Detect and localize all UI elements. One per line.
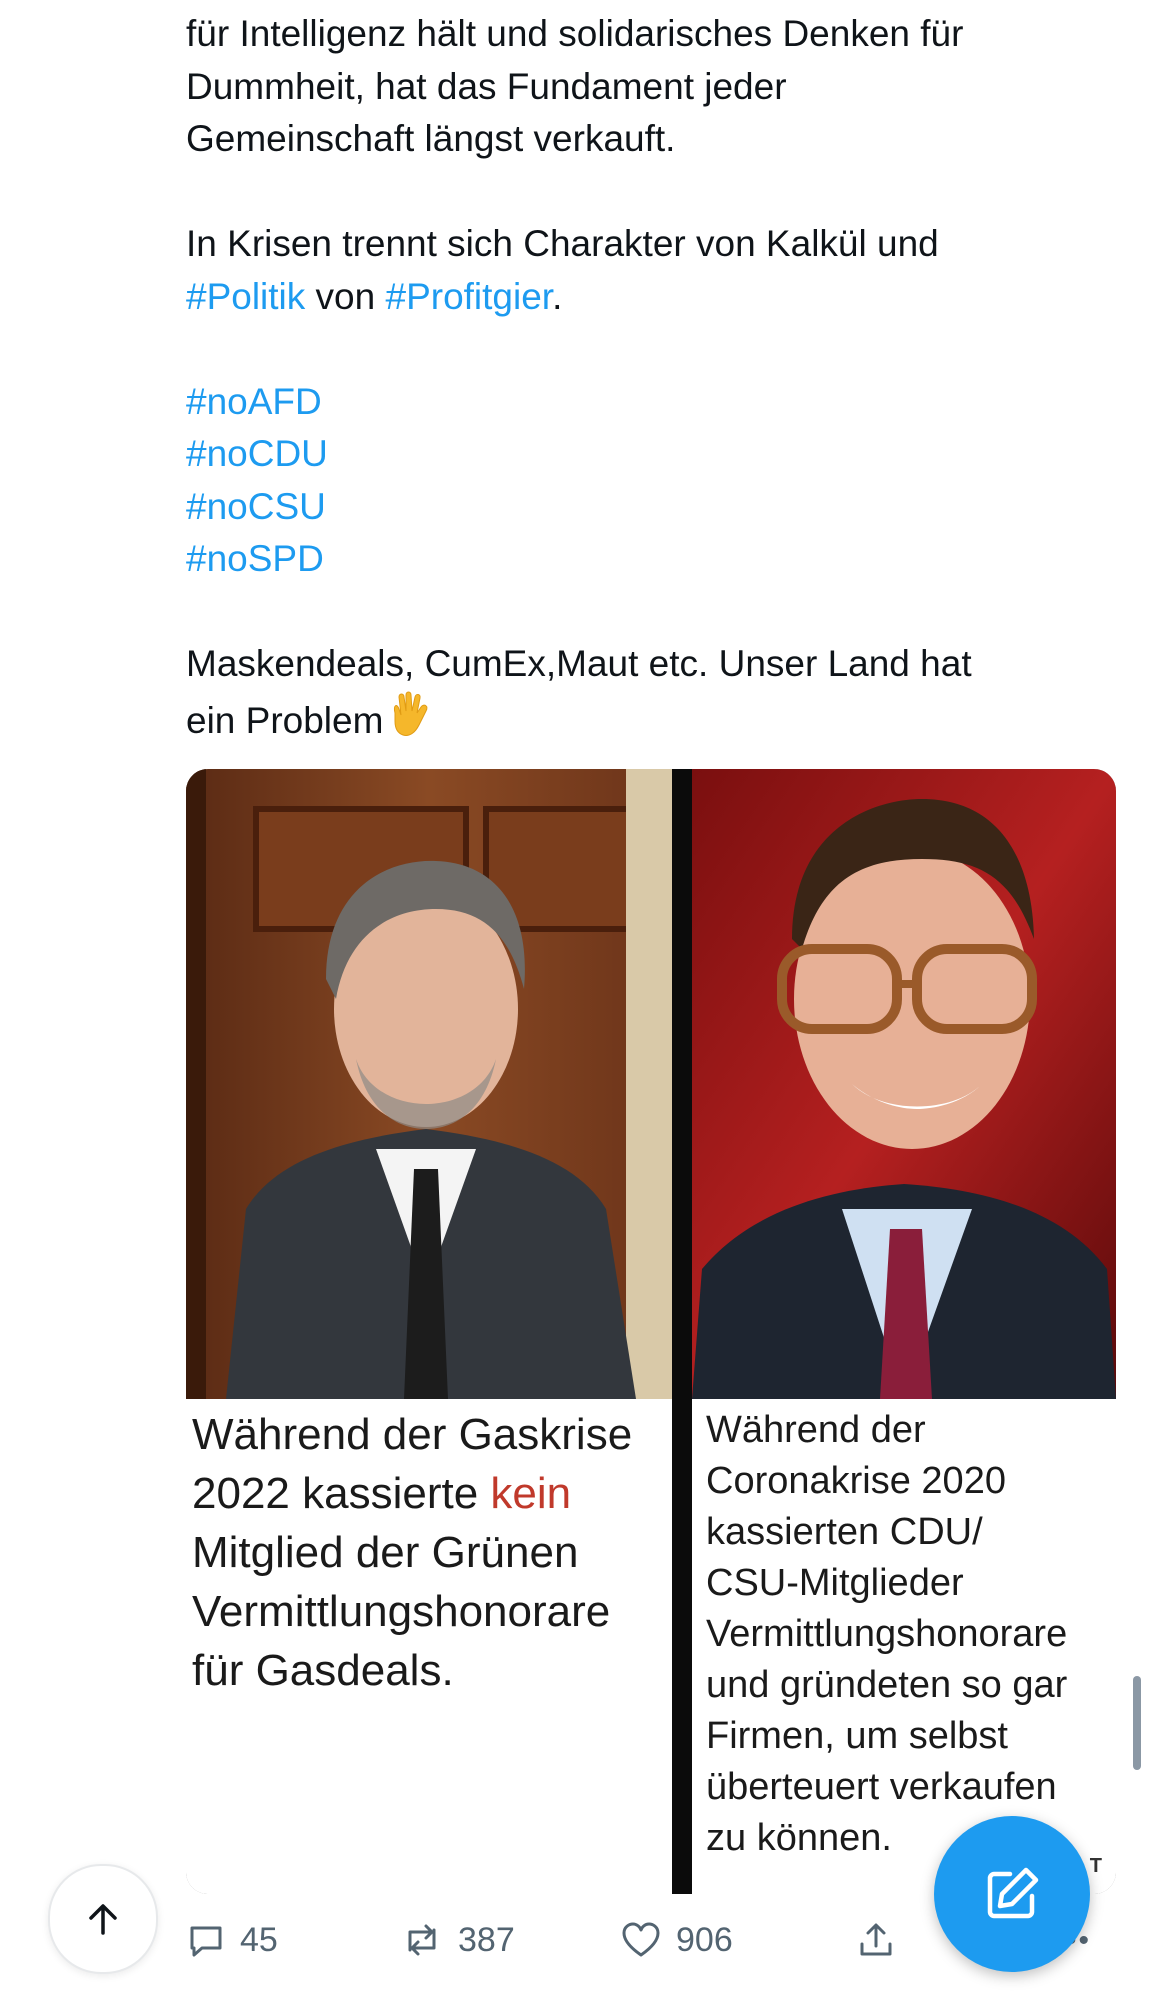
heart-icon xyxy=(622,1922,660,1957)
caption-line: kassierten CDU/ xyxy=(706,1511,983,1553)
repost-icon xyxy=(408,1924,436,1956)
hashtag-link-nocdu[interactable]: #noCDU xyxy=(186,428,1086,481)
tweet-body: für Intelligenz hält und solidarisches D… xyxy=(186,8,1086,753)
hashtag-link-noafd[interactable]: #noAFD xyxy=(186,376,1086,429)
hashtag-link-politik[interactable]: #Politik xyxy=(186,276,305,317)
caption-highlight-word: kein xyxy=(490,1469,572,1518)
caption-line: Mitglied der Grünen xyxy=(192,1528,579,1577)
caption-line: und gründeten so gar xyxy=(706,1664,1068,1706)
tweet-line: für Intelligenz hält und solidarisches D… xyxy=(186,13,964,54)
tweet-line: Gemeinschaft längst verkauft. xyxy=(186,118,676,159)
tweet-line: Maskendeals, CumEx,Maut etc. Unser Land … xyxy=(186,643,972,684)
caption-line: Während der xyxy=(706,1409,926,1451)
tweet-word: von xyxy=(305,275,386,317)
tweet-line-hashtags: #Politik von #Profitgier. xyxy=(186,271,1086,324)
like-button[interactable]: 906 xyxy=(620,1920,733,1960)
caption-line: Vermittlungshonorare xyxy=(706,1613,1068,1655)
caption-left: Während der Gaskrise 2022 kassierte kein… xyxy=(186,1399,672,1894)
scrollbar-thumb[interactable] xyxy=(1133,1676,1141,1770)
tweet-problem-text: ein Problem xyxy=(186,699,384,741)
image-watermark: T xyxy=(1089,1855,1102,1877)
hashtag-link-nocsu[interactable]: #noCSU xyxy=(186,481,1086,534)
reply-count: 45 xyxy=(240,1920,278,1959)
caption-line: Coronakrise 2020 xyxy=(706,1460,1006,1502)
tweet-line-problem: ein Problem xyxy=(186,691,1086,754)
man-portrait-photo-left xyxy=(186,769,672,1399)
caption-fragment: 2022 kassierte xyxy=(192,1469,491,1518)
caption-line: überteuert verkaufen xyxy=(706,1766,1057,1808)
compose-edit-icon xyxy=(987,1867,1039,1919)
media-panel-left: Während der Gaskrise 2022 kassierte kein… xyxy=(186,769,672,1894)
caption-line: Vermittlungshonorare xyxy=(192,1587,611,1636)
tweet-media-image[interactable]: Während der Gaskrise 2022 kassierte kein… xyxy=(186,769,1116,1894)
like-count: 906 xyxy=(676,1920,733,1959)
man-portrait-photo-right xyxy=(692,769,1116,1399)
tweet-period: . xyxy=(552,275,563,317)
caption-line: Während der Gaskrise xyxy=(192,1410,633,1459)
caption-line-highlight: 2022 kassierte kein xyxy=(192,1464,672,1523)
media-panel-right: Während der Coronakrise 2020 kassierten … xyxy=(692,769,1116,1894)
hashtag-link-profitgier[interactable]: #Profitgier xyxy=(386,276,553,317)
repost-count: 387 xyxy=(458,1920,515,1959)
tweet-line: Dummheit, hat das Fundament jeder xyxy=(186,65,787,107)
reply-icon xyxy=(190,1926,222,1957)
reply-button[interactable]: 45 xyxy=(186,1920,278,1960)
caption-line: Firmen, um selbst xyxy=(706,1715,1008,1757)
caption-line: für Gasdeals. xyxy=(192,1646,454,1695)
caption-right: Während der Coronakrise 2020 kassierten … xyxy=(692,1399,1116,1894)
share-icon xyxy=(860,1923,892,1956)
tweet-line: In Krisen trennt sich Charakter von Kalk… xyxy=(186,223,939,264)
vulcan-salute-emoji-icon xyxy=(387,691,431,754)
hashtag-link-nospd[interactable]: #noSPD xyxy=(186,533,1086,586)
compose-post-button[interactable] xyxy=(934,1816,1090,1972)
caption-line: CSU-Mitglieder xyxy=(706,1562,964,1604)
repost-button[interactable]: 387 xyxy=(400,1920,515,1960)
share-button[interactable] xyxy=(856,1920,896,1960)
